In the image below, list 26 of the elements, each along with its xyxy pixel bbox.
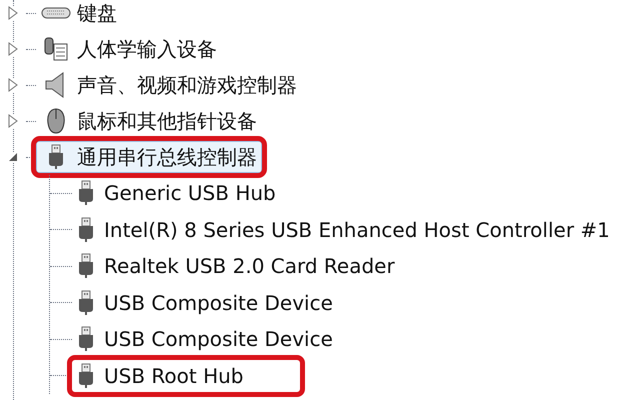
tree-item[interactable]: Intel(R) 8 Series USB Enhanced Host Controller #1 xyxy=(72,214,614,246)
tree-item[interactable]: 鼠标和其他指针设备 xyxy=(36,105,262,137)
usb-plug-icon xyxy=(78,180,94,206)
tree-item[interactable]: Generic USB Hub xyxy=(72,177,280,210)
tree-item[interactable]: 通用串行总线控制器 xyxy=(36,141,262,173)
expand-arrow-icon[interactable] xyxy=(8,42,18,56)
tree-item[interactable]: USB Composite Device xyxy=(72,286,337,319)
usb-plug-icon xyxy=(78,216,94,243)
expand-arrow-icon[interactable] xyxy=(8,78,18,92)
tree-item[interactable]: 人体学输入设备 xyxy=(36,33,222,65)
tree-item[interactable]: USB Composite Device xyxy=(72,323,337,356)
usb-plug-icon xyxy=(78,326,94,352)
input-device-icon xyxy=(42,35,70,63)
mouse-icon xyxy=(45,107,67,135)
tree-item[interactable]: Realtek USB 2.0 Card Reader xyxy=(72,250,399,282)
usb-plug-icon xyxy=(78,253,94,280)
expand-arrow-icon[interactable] xyxy=(8,114,18,128)
expand-arrow-icon[interactable] xyxy=(8,6,18,20)
collapse-arrow-icon[interactable] xyxy=(8,152,18,162)
tree-item[interactable]: 键盘 xyxy=(36,0,122,29)
usb-plug-icon xyxy=(78,362,94,389)
tree-item[interactable]: USB Root Hub xyxy=(72,360,300,392)
usb-plug-icon xyxy=(78,290,94,316)
tree-item[interactable]: 声音、视频和游戏控制器 xyxy=(36,69,302,101)
usb-plug-icon xyxy=(48,144,64,170)
keyboard-icon xyxy=(41,6,71,20)
